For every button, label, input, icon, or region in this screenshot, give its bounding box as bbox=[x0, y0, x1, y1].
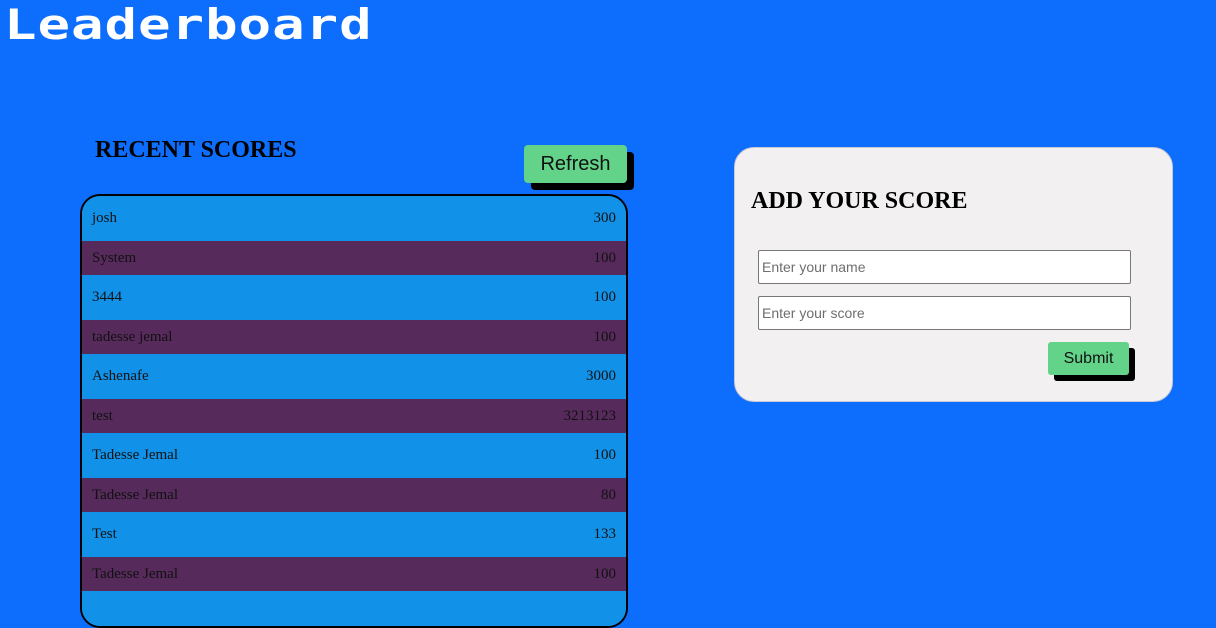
player-score: 3213123 bbox=[563, 407, 617, 424]
player-name: josh bbox=[92, 210, 118, 226]
list-item: tadesse jemal 100 bbox=[82, 320, 626, 354]
name-input[interactable] bbox=[758, 250, 1131, 284]
list-item: Tadesse Jemal 100 bbox=[82, 557, 626, 591]
list-item: Ashenafe 3000 bbox=[82, 354, 626, 399]
submit-button[interactable]: Submit bbox=[1048, 342, 1129, 375]
list-item: Tadesse Jemal 80 bbox=[82, 478, 626, 512]
player-score: 80 bbox=[601, 486, 616, 503]
list-item: test 3213123 bbox=[82, 399, 626, 433]
scores-list: josh 300 System 100 3444 100 tadesse jem… bbox=[80, 194, 628, 628]
player-score: 100 bbox=[593, 565, 617, 582]
player-name: Tadesse Jemal bbox=[92, 486, 179, 503]
list-item: Test 133 bbox=[82, 512, 626, 557]
list-item: josh 300 bbox=[82, 196, 626, 241]
player-name: test bbox=[92, 407, 113, 424]
player-score: 300 bbox=[593, 210, 617, 226]
add-score-card: ADD YOUR SCORE Submit bbox=[734, 147, 1173, 402]
score-input[interactable] bbox=[758, 296, 1131, 330]
player-name: Tadesse Jemal bbox=[92, 565, 179, 582]
add-score-heading: ADD YOUR SCORE bbox=[751, 188, 968, 214]
recent-scores-heading: RECENT SCORES bbox=[95, 137, 297, 163]
player-name: System bbox=[92, 249, 137, 266]
player-name: Tadesse Jemal bbox=[92, 447, 179, 463]
list-item: 3444 100 bbox=[82, 275, 626, 320]
player-name: Ashenafe bbox=[92, 368, 149, 384]
player-score: 100 bbox=[593, 289, 617, 305]
list-item: Tadesse Jemal 100 bbox=[82, 433, 626, 478]
player-score: 3000 bbox=[586, 368, 616, 384]
list-item-partial bbox=[82, 591, 626, 626]
app-title: Leaderboard bbox=[4, 0, 373, 50]
player-name: Test bbox=[92, 526, 117, 542]
player-name: 3444 bbox=[92, 289, 122, 305]
player-name: tadesse jemal bbox=[92, 328, 173, 345]
player-score: 100 bbox=[593, 328, 617, 345]
player-score: 100 bbox=[593, 249, 617, 266]
list-item: System 100 bbox=[82, 241, 626, 275]
player-score: 133 bbox=[593, 526, 617, 542]
player-score: 100 bbox=[593, 447, 617, 463]
refresh-button[interactable]: Refresh bbox=[524, 145, 627, 183]
